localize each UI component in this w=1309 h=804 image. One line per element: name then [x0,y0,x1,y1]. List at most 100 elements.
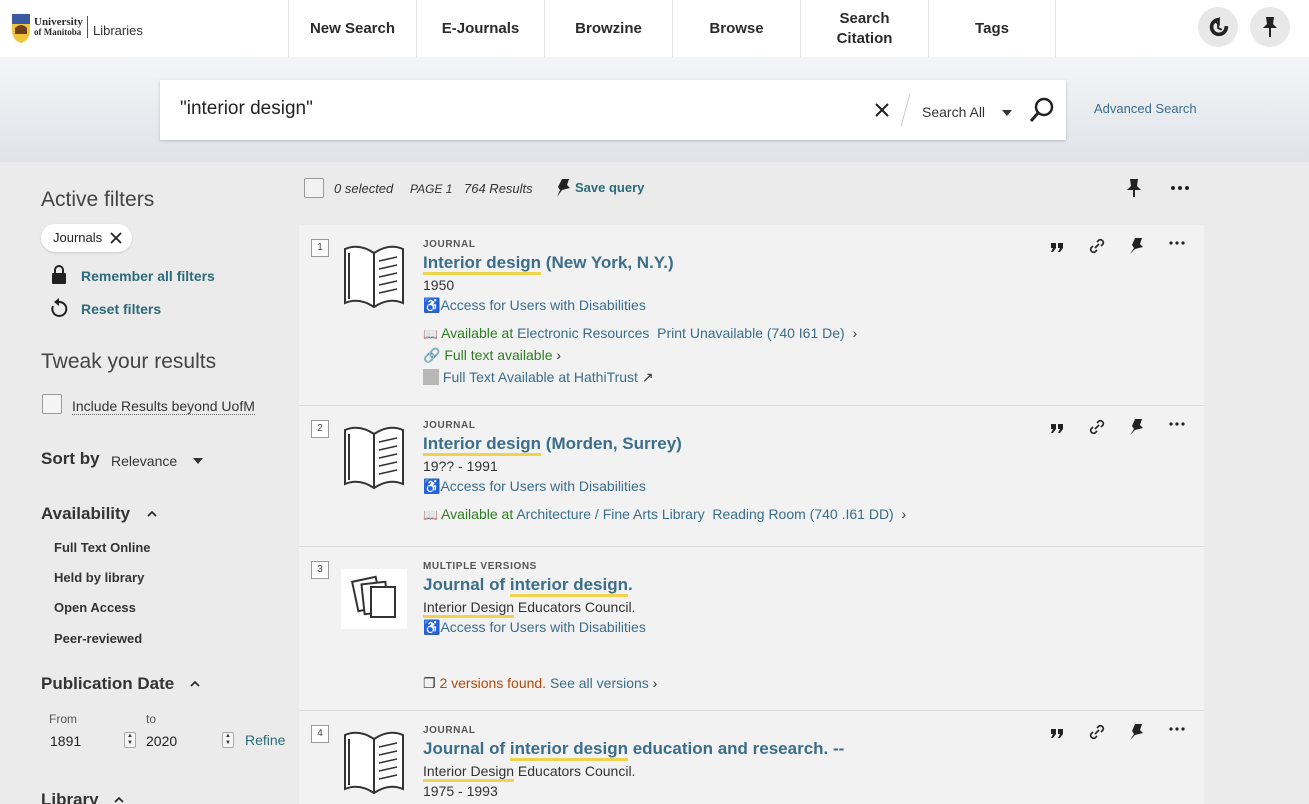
nav-browzine[interactable]: Browzine [544,0,672,57]
pin-icon[interactable] [1128,723,1146,741]
logo-libraries-text: Libraries [93,23,143,38]
result-date: 1950 [423,277,455,293]
reset-filters-link[interactable]: Reset filters [81,301,161,317]
citation-icon[interactable] [1048,418,1066,436]
result-actions [1048,723,1186,741]
result-type: JOURNAL [423,420,476,431]
book-icon[interactable] [341,420,407,490]
facet-held-by-library[interactable]: Held by library [54,570,144,585]
refine-button[interactable]: Refine [245,732,285,748]
hathitrust-thumbnail [423,369,439,385]
advanced-search-link[interactable]: Advanced Search [1094,101,1197,116]
pin-icon[interactable] [555,178,573,198]
include-beyond-checkbox[interactable] [42,394,62,414]
availability-heading[interactable]: Availability [41,504,130,524]
link-icon[interactable] [1088,237,1106,255]
nav-tags[interactable]: Tags [928,0,1056,57]
result-number: 4 [311,725,329,743]
chevron-up-icon[interactable] [114,797,124,803]
link-icon: 🔗 [423,347,441,363]
result-author: Interior Design Educators Council. [423,763,635,782]
more-options-icon[interactable] [1168,237,1186,255]
pin-icon[interactable] [1128,237,1146,255]
search-icon[interactable] [1028,96,1056,124]
chevron-down-icon[interactable] [193,458,203,464]
nav-search-citation[interactable]: Search Citation [800,0,928,57]
accessibility-icon: ♿ [423,619,441,635]
citation-icon[interactable] [1048,237,1066,255]
book-icon[interactable] [341,239,407,309]
results-count: 764 Results [464,181,533,196]
history-icon [1209,16,1229,37]
nav-e-journals[interactable]: E-Journals [416,0,544,57]
nav-new-search[interactable]: New Search [288,0,416,57]
search-input[interactable] [180,98,860,120]
chevron-up-icon[interactable] [190,681,200,687]
availability-line[interactable]: 📖 Available at Architecture / Fine Arts … [423,506,906,522]
pin-icon[interactable] [1126,178,1142,198]
accessibility-link[interactable]: ♿Access for Users with Disabilities [423,297,646,314]
include-beyond-label[interactable]: Include Results beyond UofM [72,398,255,415]
more-options-icon[interactable] [1168,723,1186,741]
from-year-input[interactable]: 1891 [50,733,81,749]
result-title[interactable]: Interior design (Morden, Surrey) [423,434,682,456]
sort-select[interactable]: Relevance [111,453,177,469]
result-actions [1048,237,1186,255]
close-icon[interactable] [110,232,122,244]
book-open-icon: 📖 [423,327,438,341]
remember-filters-link[interactable]: Remember all filters [81,268,215,284]
to-year-stepper[interactable]: ▲ ▼ [222,732,234,748]
chevron-up-icon[interactable] [147,511,157,517]
citation-icon[interactable] [1048,723,1066,741]
accessibility-icon: ♿ [423,478,441,494]
hathitrust-link[interactable]: Full Text Available at HathiTrust ↗ [423,369,654,386]
pin-icon[interactable] [1128,418,1146,436]
result-type: MULTIPLE VERSIONS [423,561,537,572]
publication-date-heading[interactable]: Publication Date [41,674,174,694]
library-heading[interactable]: Library [41,790,99,804]
multiple-versions-icon[interactable] [341,561,407,631]
page-indicator: PAGE 1 [410,182,453,196]
fulltext-line[interactable]: 🔗 Full text available › [423,347,561,364]
facet-peer-reviewed[interactable]: Peer-reviewed [54,631,142,646]
book-open-icon: 📖 [423,508,438,522]
search-scope-select[interactable]: Search All [922,104,985,120]
result-item-1: 1 JOURNAL Interior design (New York, N.Y… [299,225,1204,406]
from-year-stepper[interactable]: ▲ ▼ [124,732,136,748]
result-type: JOURNAL [423,725,476,736]
clear-icon[interactable] [872,100,892,120]
result-title[interactable]: Journal of interior design education and… [423,739,844,761]
result-title[interactable]: Interior design (New York, N.Y.) [423,253,674,275]
pinned-items-button[interactable] [1250,7,1290,47]
accessibility-link[interactable]: ♿Access for Users with Disabilities [423,619,646,636]
select-all-checkbox[interactable] [304,178,324,198]
result-number: 2 [311,420,329,438]
filter-chip-label: Journals [53,230,103,245]
nav-browse[interactable]: Browse [672,0,800,57]
sort-by-label: Sort by [41,449,100,468]
link-icon[interactable] [1088,418,1106,436]
chevron-right-icon: › [897,506,907,522]
facet-full-text-online[interactable]: Full Text Online [54,540,151,555]
chevron-right-icon: › [552,347,562,363]
link-icon[interactable] [1088,723,1106,741]
book-icon[interactable] [341,725,407,795]
more-options-icon[interactable] [1168,418,1186,436]
save-query-link[interactable]: Save query [575,180,644,195]
result-title[interactable]: Journal of interior design. [423,575,633,597]
bison-shield-icon [12,14,30,43]
more-options-icon[interactable] [1170,184,1190,192]
search-box: Search All [160,80,1066,140]
result-date: 1975 - 1993 [423,783,498,799]
versions-line[interactable]: ❐ 2 versions found. See all versions › [423,675,657,692]
chevron-down-icon[interactable] [1002,110,1012,116]
result-item-3: 3 MULTIPLE VERSIONS Journal of interior … [299,547,1204,711]
search-history-button[interactable] [1198,7,1238,47]
result-author: Interior Design Educators Council. [423,599,635,618]
accessibility-link[interactable]: ♿Access for Users with Disabilities [423,478,646,495]
university-logo[interactable]: University of Manitoba Libraries [10,12,150,44]
to-year-input[interactable]: 2020 [146,733,177,749]
result-date: 19?? - 1991 [423,458,498,474]
facet-open-access[interactable]: Open Access [54,600,136,615]
availability-line[interactable]: 📖 Available at Electronic Resources Prin… [423,325,857,341]
